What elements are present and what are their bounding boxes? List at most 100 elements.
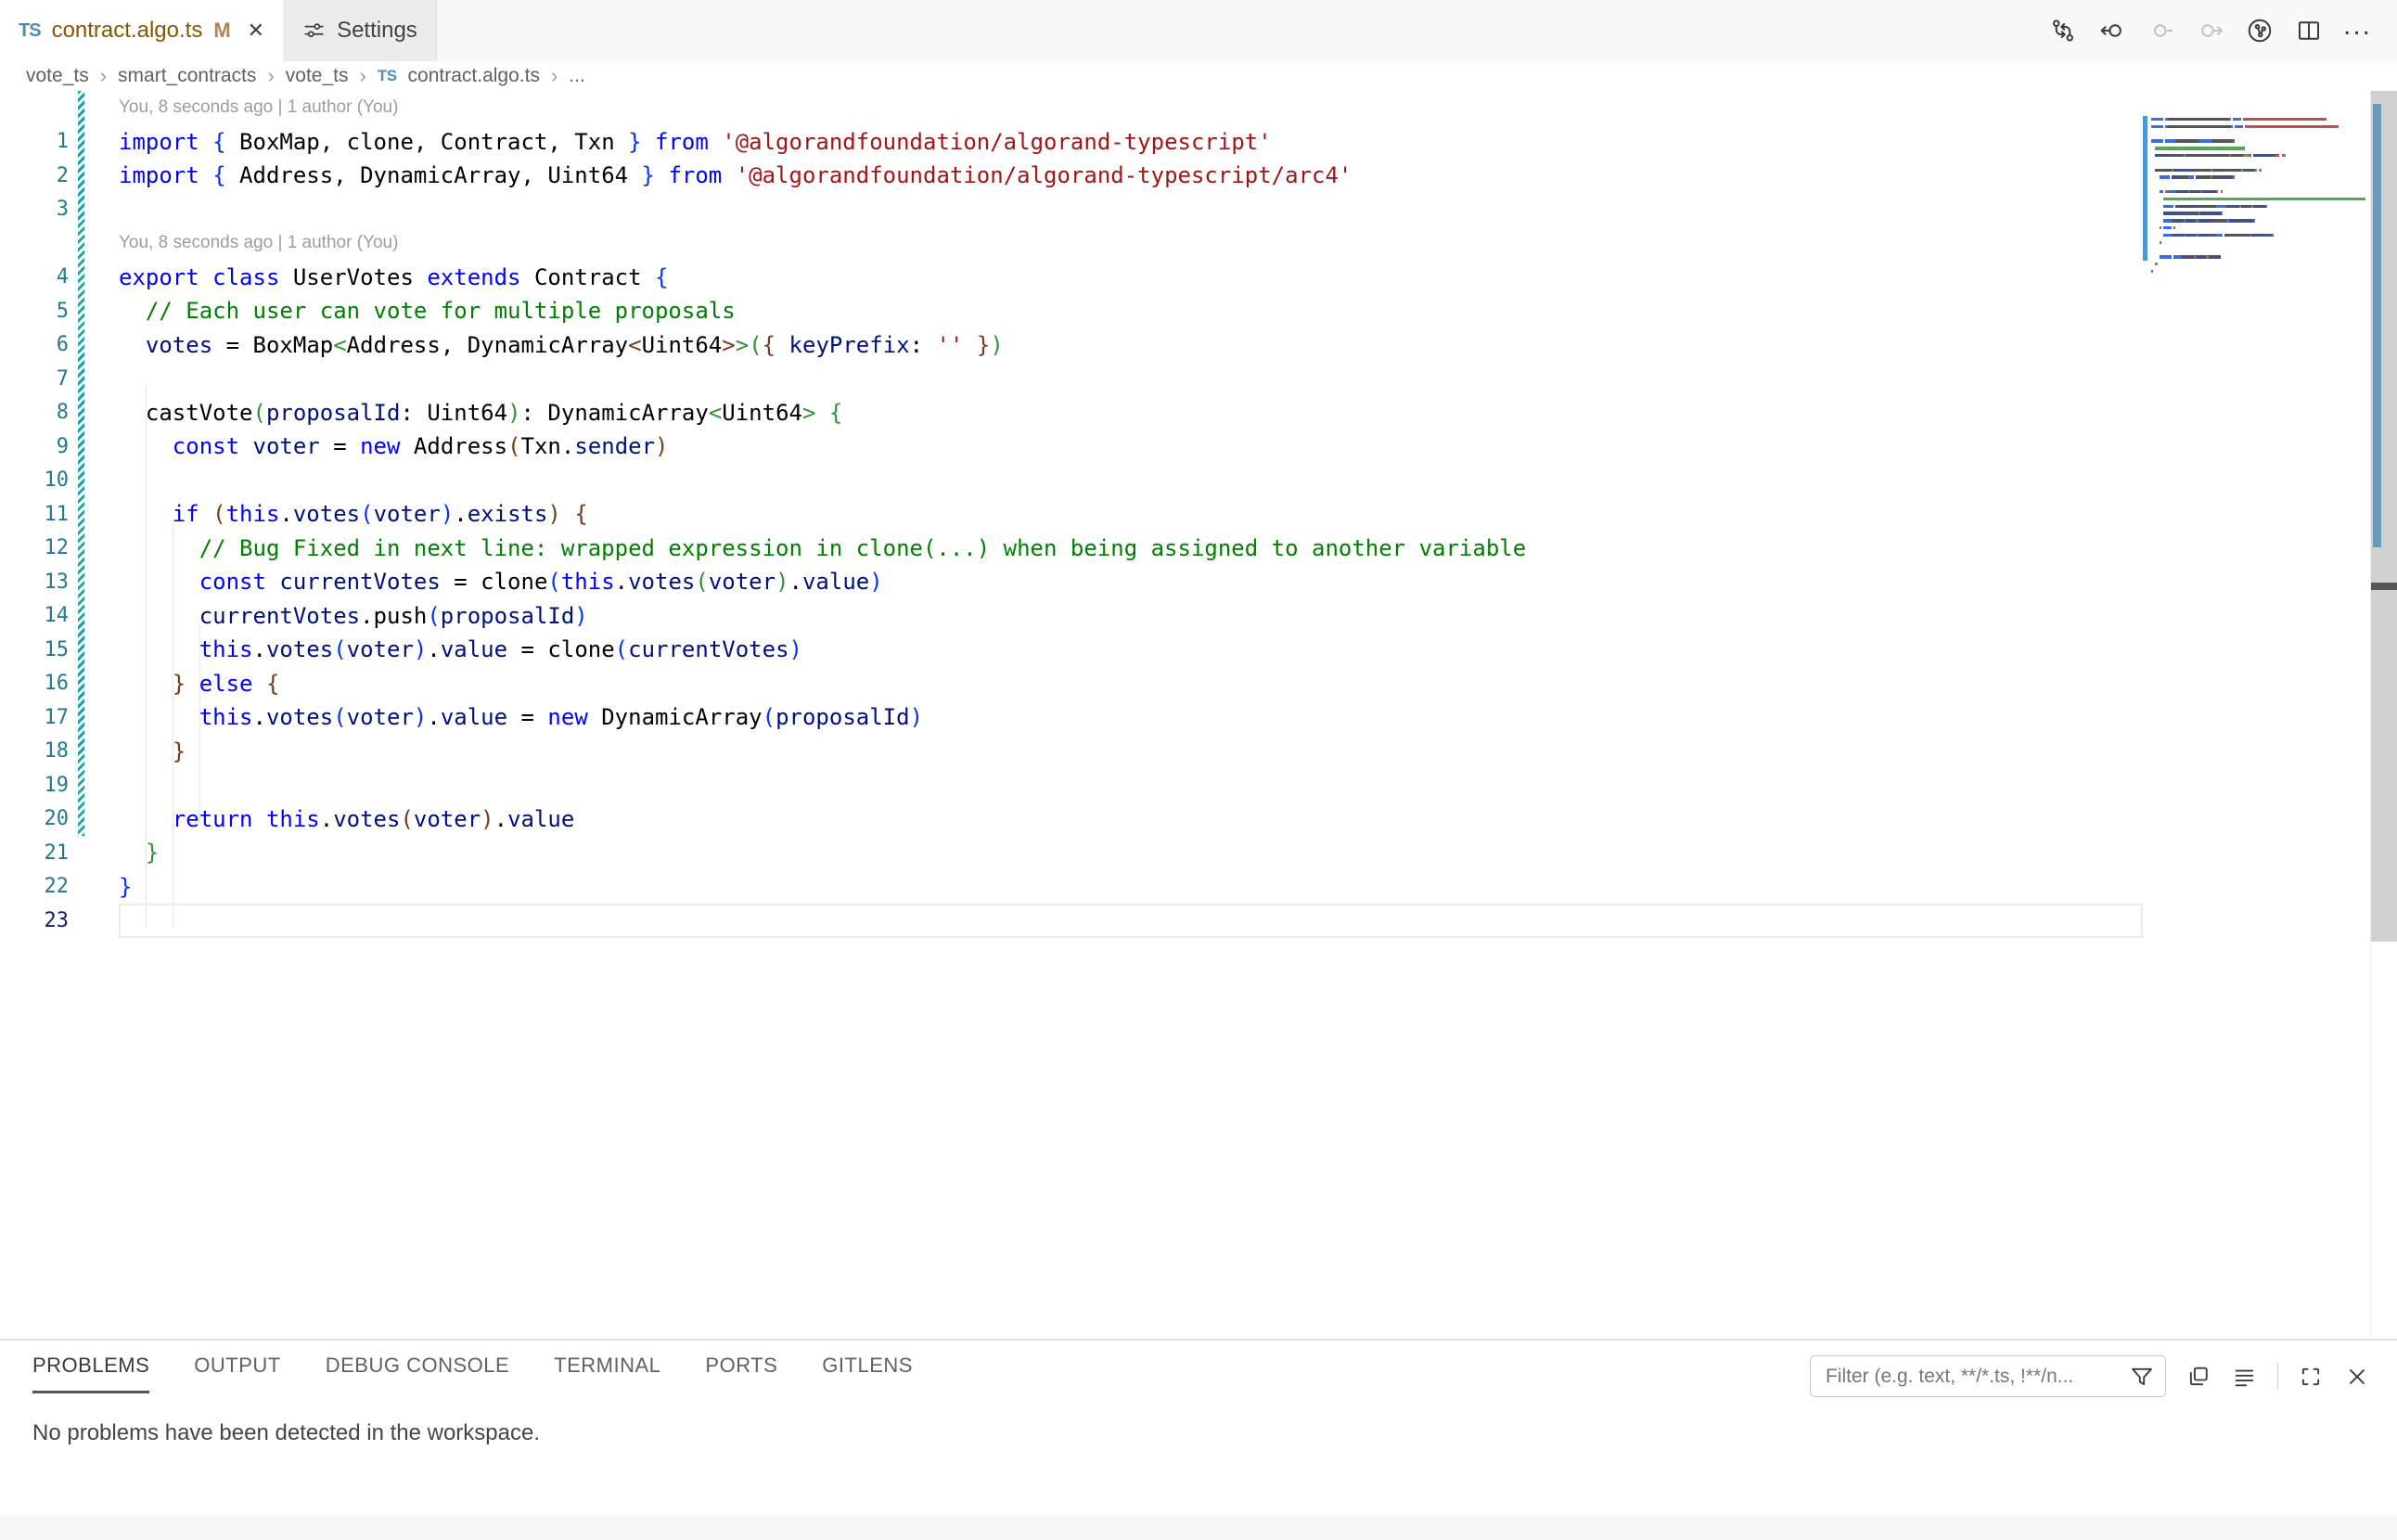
code-line[interactable]: 11 if (this.votes(voter).exists) {: [0, 497, 2397, 532]
minimap-line: [2143, 246, 2371, 253]
chevron-right-icon: ›: [359, 64, 365, 88]
line-number: 19: [0, 774, 69, 797]
code-line[interactable]: 17 this.votes(voter).value = new Dynamic…: [0, 700, 2397, 735]
problems-filter[interactable]: [1810, 1355, 2166, 1397]
typescript-file-icon: TS: [378, 67, 397, 85]
code-line[interactable]: 6 votes = BoxMap<Address, DynamicArray<U…: [0, 328, 2397, 363]
gitlens-blame-text[interactable]: You, 8 seconds ago | 1 author (You): [119, 97, 398, 118]
breadcrumb-more[interactable]: ...: [569, 65, 585, 87]
breadcrumb-item[interactable]: vote_ts: [26, 65, 89, 87]
gitlens-graph-icon[interactable]: [2244, 16, 2275, 46]
code-line[interactable]: 13 const currentVotes = clone(this.votes…: [0, 565, 2397, 599]
filter-input[interactable]: [1824, 1365, 2128, 1389]
line-number: 18: [0, 739, 69, 763]
blame-annotation-row[interactable]: You, 8 seconds ago | 1 author (You): [0, 226, 2397, 261]
code-line[interactable]: 9 const voter = new Address(Txn.sender): [0, 430, 2397, 464]
tab-contract-algo-ts[interactable]: TS contract.algo.ts M ✕: [0, 0, 283, 61]
split-editor-icon[interactable]: [2293, 16, 2324, 46]
code-line[interactable]: 4export class UserVotes extends Contract…: [0, 261, 2397, 295]
code-text: currentVotes.push(proposalId): [119, 599, 588, 634]
minimap-line: [2143, 116, 2371, 123]
code-line[interactable]: 23: [0, 904, 2397, 938]
tab-settings[interactable]: Settings: [283, 0, 437, 61]
code-line[interactable]: 15 this.votes(voter).value = clone(curre…: [0, 633, 2397, 667]
minimap-line: [2143, 225, 2371, 232]
gitlens-blame-text[interactable]: You, 8 seconds ago | 1 author (You): [119, 233, 398, 253]
change-marker-disabled-icon[interactable]: [2146, 16, 2176, 46]
breadcrumb-item[interactable]: vote_ts: [286, 65, 349, 87]
line-number: 10: [0, 468, 69, 492]
code-line[interactable]: 1import { BoxMap, clone, Contract, Txn }…: [0, 125, 2397, 160]
code-line[interactable]: 21 }: [0, 836, 2397, 870]
panel-tab-gitlens[interactable]: GITLENS: [822, 1354, 913, 1393]
minimap-line: [2143, 152, 2371, 160]
maximize-panel-icon[interactable]: [2297, 1363, 2325, 1391]
close-tab-icon[interactable]: ✕: [248, 20, 264, 41]
code-text: votes = BoxMap<Address, DynamicArray<Uin…: [119, 328, 1004, 363]
filter-funnel-icon[interactable]: [2128, 1363, 2156, 1391]
view-as-table-icon[interactable]: [2185, 1363, 2212, 1391]
code-text: // Bug Fixed in next line: wrapped expre…: [119, 532, 1526, 566]
settings-sliders-icon: [301, 19, 326, 43]
panel-tab-problems[interactable]: PROBLEMS: [32, 1354, 149, 1393]
status-strip: [0, 1517, 2397, 1540]
line-number: 5: [0, 300, 69, 323]
code-line[interactable]: 12 // Bug Fixed in next line: wrapped ex…: [0, 532, 2397, 566]
line-number: 21: [0, 841, 69, 865]
line-number: 2: [0, 164, 69, 187]
code-text: const currentVotes = clone(this.votes(vo…: [119, 565, 883, 599]
problems-message: No problems have been detected in the wo…: [32, 1420, 540, 1446]
minimap-line: [2143, 137, 2371, 145]
code-text: const voter = new Address(Txn.sender): [119, 430, 669, 464]
code-line[interactable]: 2 import { Address, DynamicArray, Uint64 …: [0, 159, 2397, 193]
line-number: 15: [0, 638, 69, 661]
code-text: } else {: [119, 667, 279, 701]
panel-tab-ports[interactable]: PORTS: [705, 1354, 777, 1393]
code-line[interactable]: 19: [0, 768, 2397, 802]
code-editor[interactable]: You, 8 seconds ago | 1 author (You) 1impo…: [0, 91, 2397, 1339]
code-line[interactable]: 16 } else {: [0, 667, 2397, 701]
line-number: 9: [0, 435, 69, 458]
typescript-file-icon: TS: [19, 20, 41, 42]
line-number: 22: [0, 875, 69, 898]
minimap-line: [2143, 203, 2371, 211]
code-line[interactable]: 3: [0, 193, 2397, 227]
code-text: return this.votes(voter).value: [119, 802, 574, 837]
previous-change-icon[interactable]: [2096, 16, 2127, 46]
next-change-disabled-icon[interactable]: [2195, 16, 2225, 46]
minimap-line: [2143, 123, 2371, 131]
editor-scrollbar[interactable]: [2370, 91, 2397, 1339]
breadcrumb-file[interactable]: contract.algo.ts: [408, 65, 540, 87]
code-line[interactable]: 18 }: [0, 735, 2397, 769]
settings-tab-label: Settings: [337, 18, 417, 44]
code-text: import { Address, DynamicArray, Uint64 }…: [119, 159, 1352, 193]
minimap-line: [2143, 210, 2371, 217]
code-line[interactable]: 10: [0, 464, 2397, 498]
more-actions-icon[interactable]: ...: [2342, 11, 2373, 51]
code-line[interactable]: 5 // Each user can vote for multiple pro…: [0, 294, 2397, 328]
code-line[interactable]: 14 currentVotes.push(proposalId): [0, 599, 2397, 634]
minimap-line: [2143, 253, 2371, 261]
code-text: export class UserVotes extends Contract …: [119, 261, 668, 295]
panel-tab-output[interactable]: OUTPUT: [194, 1354, 280, 1393]
line-number: 20: [0, 807, 69, 830]
code-text: }: [119, 836, 159, 870]
minimap[interactable]: [2143, 91, 2371, 481]
line-number: 13: [0, 571, 69, 594]
blame-annotation-row[interactable]: You, 8 seconds ago | 1 author (You): [0, 91, 2397, 125]
panel-tab-debug-console[interactable]: DEBUG CONSOLE: [326, 1354, 509, 1393]
breadcrumb-item[interactable]: smart_contracts: [118, 65, 256, 87]
code-line[interactable]: 8 castVote(proposalId: Uint64): DynamicA…: [0, 396, 2397, 430]
open-changes-icon[interactable]: [2047, 16, 2078, 46]
minimap-line: [2143, 181, 2371, 188]
chevron-right-icon: ›: [100, 64, 107, 88]
code-line[interactable]: 22}: [0, 870, 2397, 905]
close-panel-icon[interactable]: [2343, 1363, 2371, 1391]
panel-tabs: PROBLEMS OUTPUT DEBUG CONSOLE TERMINAL PORTS…: [32, 1354, 913, 1393]
code-line[interactable]: 20 return this.votes(voter).value: [0, 802, 2397, 837]
collapse-all-icon[interactable]: [2231, 1363, 2259, 1391]
overview-ruler-cursor-mark: [2371, 583, 2397, 590]
code-line[interactable]: 7: [0, 362, 2397, 396]
panel-tab-terminal[interactable]: TERMINAL: [554, 1354, 660, 1393]
minimap-change-indicator: [2143, 116, 2147, 261]
